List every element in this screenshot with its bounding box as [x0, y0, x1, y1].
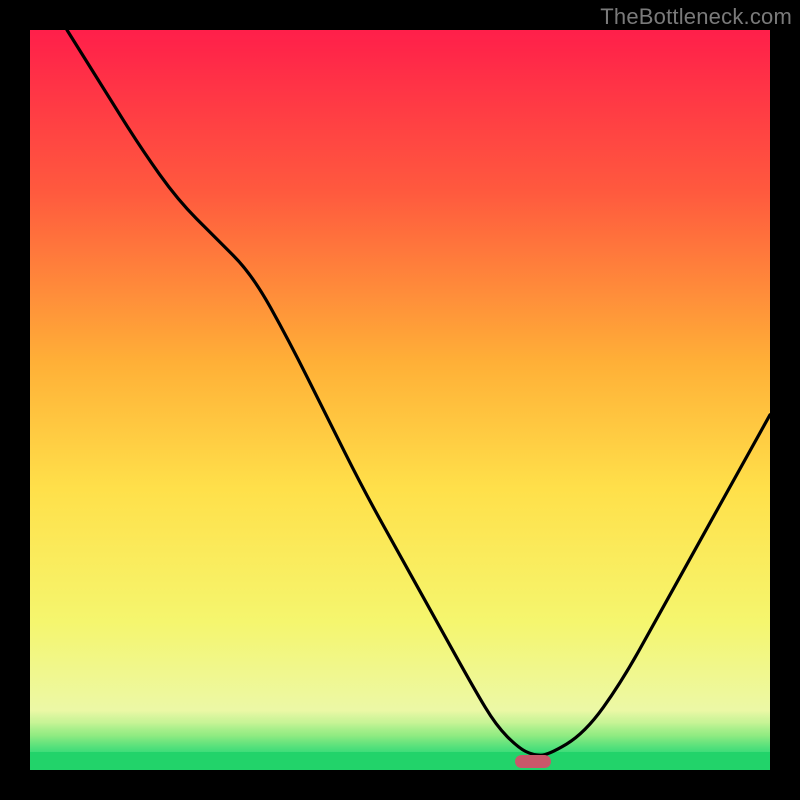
- chart-frame: TheBottleneck.com: [0, 0, 800, 800]
- plot-area: [30, 30, 770, 770]
- optimal-marker: [515, 755, 551, 768]
- bottleneck-curve: [30, 30, 770, 770]
- watermark-text: TheBottleneck.com: [600, 4, 792, 30]
